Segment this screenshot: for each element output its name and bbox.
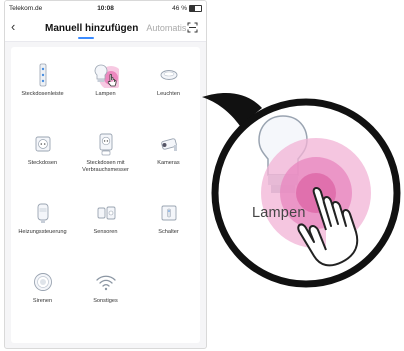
zoom-callout — [202, 92, 401, 288]
zoom-lamps-label: Lampen — [252, 205, 306, 221]
